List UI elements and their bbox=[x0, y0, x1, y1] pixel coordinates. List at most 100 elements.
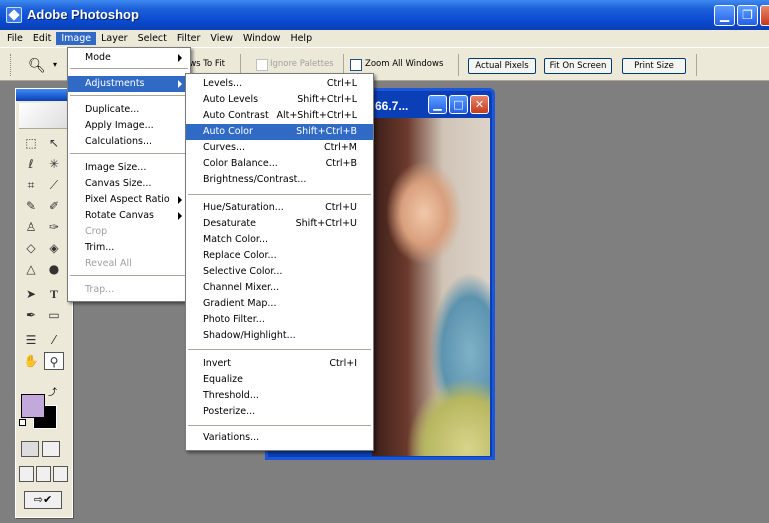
full-screen-mode-icon[interactable] bbox=[53, 466, 68, 482]
divider bbox=[696, 54, 697, 76]
default-colors-icon[interactable] bbox=[19, 419, 26, 426]
menu-item-apply-image[interactable]: Apply Image... bbox=[68, 118, 190, 134]
menu-item-mode[interactable]: Mode bbox=[68, 50, 190, 66]
shape-tool-icon[interactable]: ▭ bbox=[44, 306, 64, 324]
photoshop-feather-logo[interactable] bbox=[19, 103, 69, 129]
full-screen-menu-mode-icon[interactable] bbox=[36, 466, 51, 482]
swap-colors-icon[interactable]: ⤴ bbox=[48, 385, 57, 398]
menu-item-equalize[interactable]: Equalize bbox=[186, 372, 373, 388]
brush-tool-icon[interactable]: ✐ bbox=[44, 197, 64, 215]
menu-separator bbox=[70, 275, 188, 276]
menu-item-invert[interactable]: Invert Ctrl+I bbox=[186, 356, 373, 372]
zoom-icon[interactable]: ⚲ bbox=[44, 352, 64, 370]
menu-item-curves[interactable]: Curves... Ctrl+M bbox=[186, 140, 373, 156]
menu-item-canvas-size[interactable]: Canvas Size... bbox=[68, 176, 190, 192]
menu-item-selective-color[interactable]: Selective Color... bbox=[186, 264, 373, 280]
path-selection-icon[interactable]: ➤ bbox=[21, 285, 41, 303]
menu-bar: File Edit Image Layer Select Filter View… bbox=[0, 30, 769, 47]
dodge-tool-icon[interactable]: ● bbox=[44, 260, 64, 278]
menu-item-adjustments[interactable]: Adjustments bbox=[68, 76, 190, 92]
standard-screen-mode-icon[interactable] bbox=[19, 466, 34, 482]
healing-brush-icon[interactable]: ✎ bbox=[21, 197, 41, 215]
menu-item-duplicate[interactable]: Duplicate... bbox=[68, 102, 190, 118]
menu-edit[interactable]: Edit bbox=[28, 32, 56, 45]
eyedropper-icon[interactable]: ⁄ bbox=[44, 331, 64, 349]
type-tool-icon[interactable]: T bbox=[44, 285, 64, 303]
marquee-tool-icon[interactable]: ⬚ bbox=[21, 134, 41, 152]
zoom-all-windows-checkbox[interactable] bbox=[350, 59, 362, 71]
fit-on-screen-button[interactable]: Fit On Screen bbox=[544, 58, 612, 74]
menu-item-desaturate[interactable]: Desaturate Shift+Ctrl+U bbox=[186, 216, 373, 232]
toolbox-title-bar[interactable] bbox=[16, 89, 72, 101]
toolbox: ⬚ ↖ ℓ ✳ ⌗ ⟋ ✎ ✐ ♙ ✑ ◇ ◈ △ ● ➤ T ✒ ▭ ☰ ⁄ … bbox=[15, 88, 73, 518]
menu-file[interactable]: File bbox=[2, 32, 28, 45]
divider bbox=[458, 54, 459, 76]
menu-view[interactable]: View bbox=[205, 32, 238, 45]
document-photo[interactable] bbox=[372, 118, 490, 456]
menu-item-photo-filter[interactable]: Photo Filter... bbox=[186, 312, 373, 328]
close-icon[interactable] bbox=[760, 5, 769, 26]
menu-item-brightness-contrast[interactable]: Brightness/Contrast... bbox=[186, 172, 373, 188]
title-bar: Adobe Photoshop ▁ ❐ bbox=[0, 0, 769, 30]
menu-separator bbox=[188, 425, 371, 426]
menu-item-auto-contrast[interactable]: Auto Contrast Alt+Shift+Ctrl+L bbox=[186, 108, 373, 124]
menu-filter[interactable]: Filter bbox=[172, 32, 206, 45]
menu-item-trim[interactable]: Trim... bbox=[68, 240, 190, 256]
paint-bucket-icon[interactable]: ◈ bbox=[44, 239, 64, 257]
menu-item-shadow-highlight[interactable]: Shadow/Highlight... bbox=[186, 328, 373, 344]
ignore-palettes-checkbox[interactable] bbox=[256, 59, 268, 71]
close-icon[interactable]: ✕ bbox=[470, 95, 489, 114]
ignore-palettes-label: Ignore Palettes bbox=[270, 59, 334, 69]
menu-item-calculations[interactable]: Calculations... bbox=[68, 134, 190, 150]
menu-item-image-size[interactable]: Image Size... bbox=[68, 160, 190, 176]
menu-item-gradient-map[interactable]: Gradient Map... bbox=[186, 296, 373, 312]
crop-tool-icon[interactable]: ⌗ bbox=[21, 176, 41, 194]
menu-item-replace-color[interactable]: Replace Color... bbox=[186, 248, 373, 264]
menu-separator bbox=[70, 153, 188, 154]
menu-help[interactable]: Help bbox=[285, 32, 317, 45]
menu-item-auto-color[interactable]: Auto Color Shift+Ctrl+B bbox=[186, 124, 373, 140]
maximize-icon[interactable]: □ bbox=[449, 95, 468, 114]
menu-separator bbox=[188, 194, 371, 195]
app-title: Adobe Photoshop bbox=[27, 7, 139, 22]
menu-item-threshold[interactable]: Threshold... bbox=[186, 388, 373, 404]
jump-to-imageready-icon[interactable]: ⇨✔ bbox=[24, 491, 62, 509]
blur-tool-icon[interactable]: △ bbox=[21, 260, 41, 278]
clone-stamp-icon[interactable]: ♙ bbox=[21, 218, 41, 236]
slice-tool-icon[interactable]: ⟋ bbox=[44, 176, 64, 194]
menu-item-auto-levels[interactable]: Auto Levels Shift+Ctrl+L bbox=[186, 92, 373, 108]
menu-item-channel-mixer[interactable]: Channel Mixer... bbox=[186, 280, 373, 296]
chevron-down-icon[interactable]: ▾ bbox=[53, 60, 57, 69]
restore-icon[interactable]: ❐ bbox=[737, 5, 758, 26]
lasso-tool-icon[interactable]: ℓ bbox=[21, 155, 41, 173]
hand-tool-icon[interactable]: ✋ bbox=[21, 352, 41, 370]
minimize-icon[interactable]: ▁ bbox=[428, 95, 447, 114]
history-brush-icon[interactable]: ✑ bbox=[44, 218, 64, 236]
menu-item-color-balance[interactable]: Color Balance... Ctrl+B bbox=[186, 156, 373, 172]
menu-item-pixel-aspect-ratio[interactable]: Pixel Aspect Ratio bbox=[68, 192, 190, 208]
print-size-button[interactable]: Print Size bbox=[622, 58, 686, 74]
image-menu: Mode Adjustments Duplicate... Apply Imag… bbox=[67, 47, 191, 302]
menu-item-hue-saturation[interactable]: Hue/Saturation... Ctrl+U bbox=[186, 200, 373, 216]
eraser-icon[interactable]: ◇ bbox=[21, 239, 41, 257]
minimize-icon[interactable]: ▁ bbox=[714, 5, 735, 26]
standard-mode-icon[interactable] bbox=[21, 441, 39, 457]
foreground-color-swatch[interactable] bbox=[21, 394, 45, 418]
zoom-tool-icon[interactable]: 🔍︎ bbox=[28, 58, 46, 74]
menu-image[interactable]: Image bbox=[56, 32, 97, 45]
pen-tool-icon[interactable]: ✒ bbox=[21, 306, 41, 324]
notes-icon[interactable]: ☰ bbox=[21, 331, 41, 349]
actual-pixels-button[interactable]: Actual Pixels bbox=[468, 58, 536, 74]
menu-layer[interactable]: Layer bbox=[96, 32, 133, 45]
menu-separator bbox=[70, 68, 188, 69]
quick-mask-icon[interactable] bbox=[42, 441, 60, 457]
magic-wand-icon[interactable]: ✳ bbox=[44, 155, 64, 173]
menu-item-match-color[interactable]: Match Color... bbox=[186, 232, 373, 248]
menu-item-rotate-canvas[interactable]: Rotate Canvas bbox=[68, 208, 190, 224]
move-tool-icon[interactable]: ↖ bbox=[44, 134, 64, 152]
menu-item-levels[interactable]: Levels... Ctrl+L bbox=[186, 76, 373, 92]
menu-item-posterize[interactable]: Posterize... bbox=[186, 404, 373, 420]
menu-window[interactable]: Window bbox=[238, 32, 285, 45]
menu-item-variations[interactable]: Variations... bbox=[186, 430, 373, 446]
menu-select[interactable]: Select bbox=[133, 32, 172, 45]
